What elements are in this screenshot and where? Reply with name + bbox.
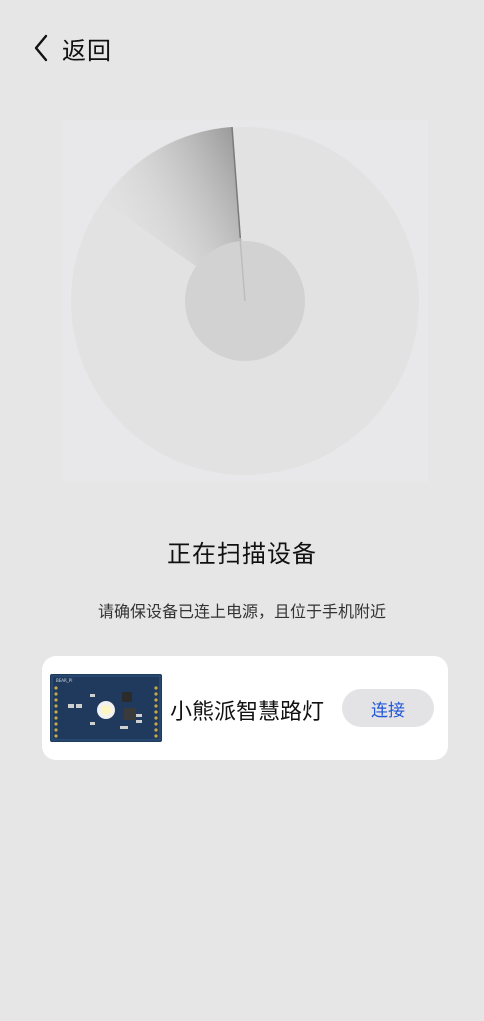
radar-scanner — [62, 120, 428, 482]
back-button[interactable]: 返回 — [30, 28, 112, 68]
scan-title: 正在扫描设备 — [167, 540, 317, 568]
chevron-left-icon — [34, 34, 48, 62]
circuit-board-icon: BEAR_PI — [50, 674, 162, 742]
device-card[interactable]: BEAR_PI 小熊派智慧路灯 连接 — [42, 656, 448, 760]
device-image: BEAR_PI — [50, 674, 162, 742]
connect-button[interactable]: 连接 — [342, 689, 434, 727]
scan-subtitle: 请确保设备已连上电源，且位于手机附近 — [97, 602, 386, 621]
radar-animation — [71, 126, 419, 475]
svg-text:BEAR_PI: BEAR_PI — [56, 678, 72, 683]
back-label: 返回 — [62, 36, 112, 65]
device-name: 小熊派智慧路灯 — [170, 700, 325, 725]
